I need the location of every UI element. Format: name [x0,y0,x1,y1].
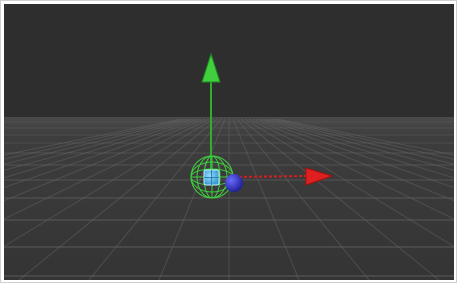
viewport-canvas[interactable] [4,4,454,280]
3d-viewport[interactable] [4,4,454,280]
z-axis-handle-icon[interactable] [225,174,243,192]
viewport-frame [0,0,457,283]
x-axis-line[interactable] [233,175,307,178]
